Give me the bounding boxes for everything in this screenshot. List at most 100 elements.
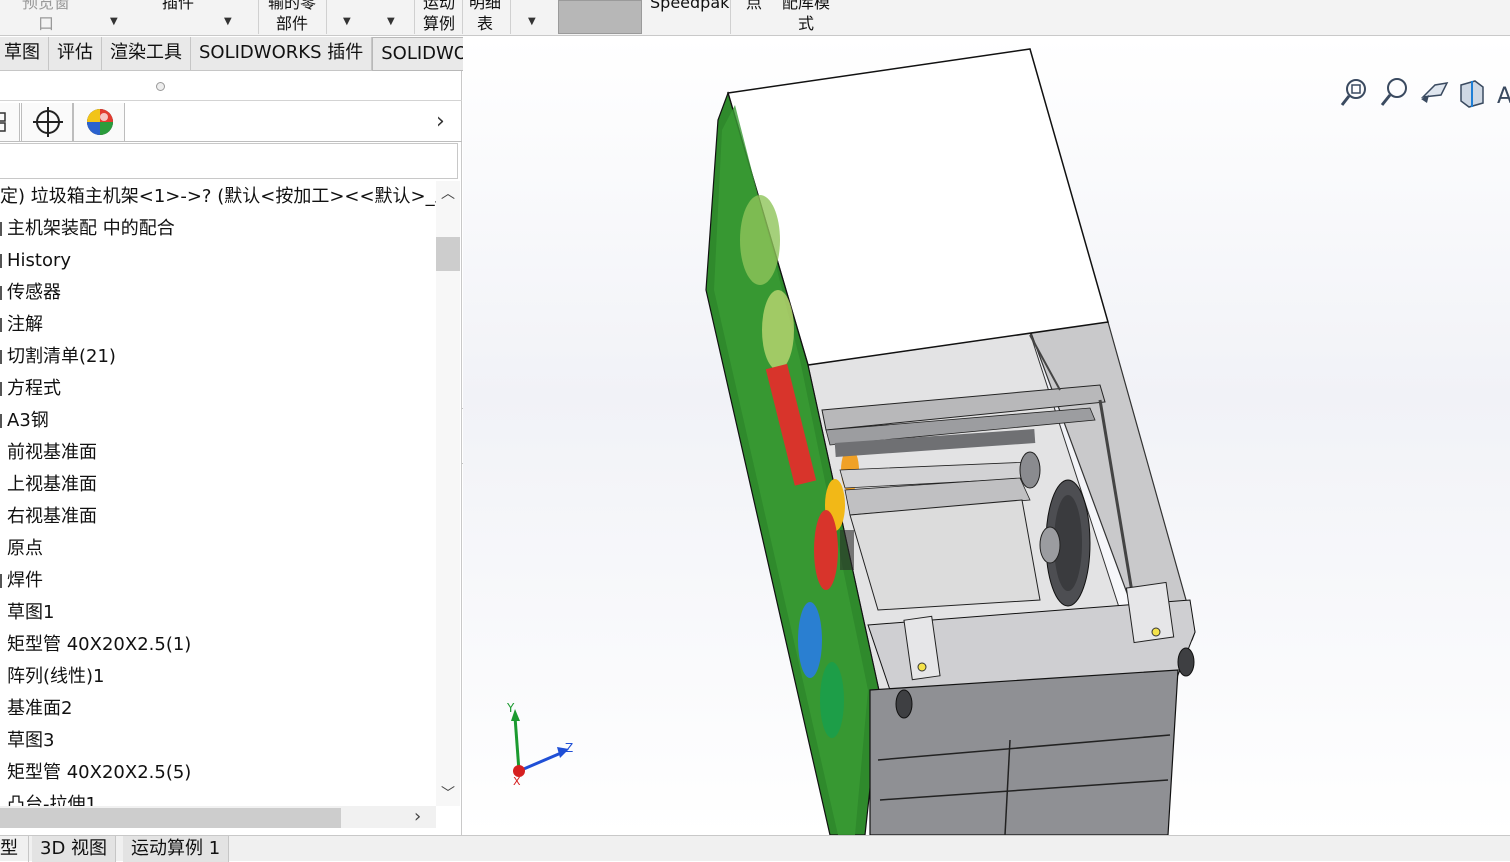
ribbon-separator — [510, 0, 511, 34]
triad-x-label: X — [513, 775, 521, 788]
tree-expander-icon[interactable] — [0, 350, 2, 364]
tree-expander-icon[interactable] — [0, 414, 2, 428]
tree-expander-icon[interactable] — [0, 222, 2, 236]
feature-tree: 定) 垃圾箱主机架<1>->? (默认<按加工><<默认>_显示 主机架装配 中… — [0, 181, 436, 806]
ribbon-preview-window[interactable]: 预览窗 口 — [20, 0, 72, 34]
tab-render-tools[interactable]: 渲染工具 — [102, 37, 191, 71]
ad-qr-code — [840, 530, 854, 570]
tree-item-annotations[interactable]: 注解 — [0, 309, 436, 341]
pulley — [1019, 451, 1041, 489]
tree-item-plane2[interactable]: 基准面2 — [0, 693, 436, 725]
ribbon-label-bottom: 算例 — [422, 14, 455, 33]
tree-item-sensors[interactable]: 传感器 — [0, 277, 436, 309]
tree-item-history[interactable]: History — [0, 245, 436, 277]
scrollbar-thumb[interactable] — [436, 237, 460, 271]
tab-evaluate[interactable]: 评估 — [49, 37, 102, 71]
triad-z-label: Z — [565, 741, 574, 755]
tree-root-assembly[interactable]: 定) 垃圾箱主机架<1>->? (默认<按加工><<默认>_显示 — [0, 181, 436, 213]
tree-horizontal-scrollbar[interactable]: › — [0, 806, 436, 828]
chevron-up-icon[interactable]: ︿ — [441, 183, 455, 203]
chevron-down-icon[interactable]: ▼ — [387, 16, 395, 27]
chevron-right-icon[interactable]: › — [414, 806, 421, 827]
zoom-to-fit-icon[interactable] — [1339, 75, 1371, 111]
tree-expander-icon[interactable] — [0, 286, 2, 300]
bottom-tab-bar: 型 3D 视图 运动算例 1 — [0, 835, 1510, 862]
tree-item-sketch1[interactable]: 草图1 — [0, 597, 436, 629]
tree-item-material[interactable]: A3钢 — [0, 405, 436, 437]
section-view-icon[interactable] — [1455, 75, 1487, 111]
ribbon-speedpak[interactable]: Speedpak — [650, 0, 730, 13]
tree-item-cut-list[interactable]: 切割清单(21) — [0, 341, 436, 373]
tree-expander-icon[interactable] — [0, 382, 2, 396]
assembly-model[interactable] — [463, 37, 1510, 835]
graphics-area[interactable]: A ▼ ▼ ▼ ▼ ▼ Y — [463, 37, 1510, 835]
ribbon-label-bottom: 式 — [797, 14, 814, 33]
tree-item-label: 切割清单(21) — [7, 346, 116, 367]
ribbon: 预览窗 口 ▼ 插件 ▼ 输的零 部件 ▼ ▼ 运动 算例 明细 表 ▼ Spe… — [0, 0, 1510, 36]
ribbon-separator — [258, 0, 259, 34]
ribbon-output-parts[interactable]: 输的零 部件 — [266, 0, 318, 34]
tab-motion-study-1[interactable]: 运动算例 1 — [123, 836, 230, 862]
chevron-right-icon[interactable]: › — [436, 109, 445, 134]
strut-end — [917, 662, 927, 672]
tree-expander-icon[interactable] — [0, 254, 2, 268]
divider — [0, 100, 462, 101]
inner-shelf — [849, 499, 1041, 611]
chevron-down-icon[interactable]: ▼ — [343, 16, 351, 27]
tree-item-linear-pattern[interactable]: 阵列(线性)1 — [0, 661, 436, 693]
display-manager-icon[interactable] — [73, 103, 125, 141]
tree-item-sketch3[interactable]: 草图3 — [0, 725, 436, 757]
tree-expander-icon[interactable] — [0, 574, 2, 588]
ribbon-active-button[interactable] — [558, 0, 642, 34]
tree-item-label: 草图1 — [7, 602, 55, 623]
tree-item-label: 凸台-拉伸1 — [7, 794, 97, 806]
tree-item-mates[interactable]: 主机架装配 中的配合 — [0, 213, 436, 245]
tree-item-label: History — [7, 250, 72, 271]
ribbon-label-top: Speedpak — [650, 0, 730, 12]
ribbon-bom[interactable]: 明细 表 — [466, 0, 504, 34]
ad-blue-bin — [798, 602, 822, 678]
ribbon-plugins[interactable]: 插件 — [158, 0, 198, 13]
tree-item-boss-extrude[interactable]: 凸台-拉伸1 — [0, 789, 436, 806]
ribbon-point[interactable]: 点 — [744, 0, 764, 13]
tab-3d-view[interactable]: 3D 视图 — [32, 836, 117, 862]
tree-item-origin[interactable]: 原点 — [0, 533, 436, 565]
tree-item-rect-tube-5[interactable]: 矩型管 40X20X2.5(5) — [0, 757, 436, 789]
caster-wheel-left — [895, 689, 913, 719]
tree-item-label: 主机架装配 中的配合 — [7, 218, 175, 239]
tree-item-front-plane[interactable]: 前视基准面 — [0, 437, 436, 469]
ribbon-motion-study[interactable]: 运动 算例 — [420, 0, 458, 34]
tree-item-label: 上视基准面 — [7, 474, 97, 495]
ribbon-label-top: 输的零 — [267, 0, 316, 12]
tree-item-equations[interactable]: 方程式 — [0, 373, 436, 405]
chevron-down-icon[interactable]: ▼ — [224, 16, 232, 27]
ribbon-separator — [326, 0, 327, 34]
chevron-down-icon[interactable]: ▼ — [528, 16, 536, 27]
ribbon-label-top: 明细 — [468, 0, 501, 12]
dimxpert-icon[interactable] — [21, 103, 73, 141]
tree-item-label: 基准面2 — [7, 698, 73, 719]
previous-view-icon[interactable] — [1419, 75, 1451, 111]
tree-item-label: 前视基准面 — [7, 442, 97, 463]
tab-solidworks-addins[interactable]: SOLIDWORKS 插件 — [191, 37, 373, 71]
motor-shaft — [1039, 526, 1061, 564]
dynamic-annotation-icon[interactable]: A — [1491, 75, 1510, 111]
ribbon-library-mode[interactable]: 配库模 式 — [778, 0, 834, 34]
tree-item-right-plane[interactable]: 右视基准面 — [0, 501, 436, 533]
tree-item-label: 传感器 — [7, 282, 61, 303]
tree-expander-icon[interactable] — [0, 318, 2, 332]
configuration-manager-icon[interactable] — [0, 103, 20, 141]
scrollbar-thumb[interactable] — [0, 808, 341, 828]
zoom-to-area-icon[interactable] — [1379, 75, 1411, 111]
chevron-down-icon[interactable]: ▼ — [110, 16, 118, 27]
tree-item-weldment[interactable]: 焊件 — [0, 565, 436, 597]
tree-item-rect-tube-1[interactable]: 矩型管 40X20X2.5(1) — [0, 629, 436, 661]
tree-item-top-plane[interactable]: 上视基准面 — [0, 469, 436, 501]
panel-collapse-handle[interactable] — [156, 82, 165, 91]
tab-model[interactable]: 型 — [0, 836, 29, 862]
chevron-down-icon[interactable]: ﹀ — [441, 783, 455, 803]
feature-filter-input[interactable] — [0, 143, 458, 179]
tree-item-label: 方程式 — [7, 378, 61, 399]
tab-sketch[interactable]: 草图 — [0, 37, 49, 71]
tree-vertical-scrollbar[interactable]: ︿ ﹀ — [436, 181, 460, 806]
